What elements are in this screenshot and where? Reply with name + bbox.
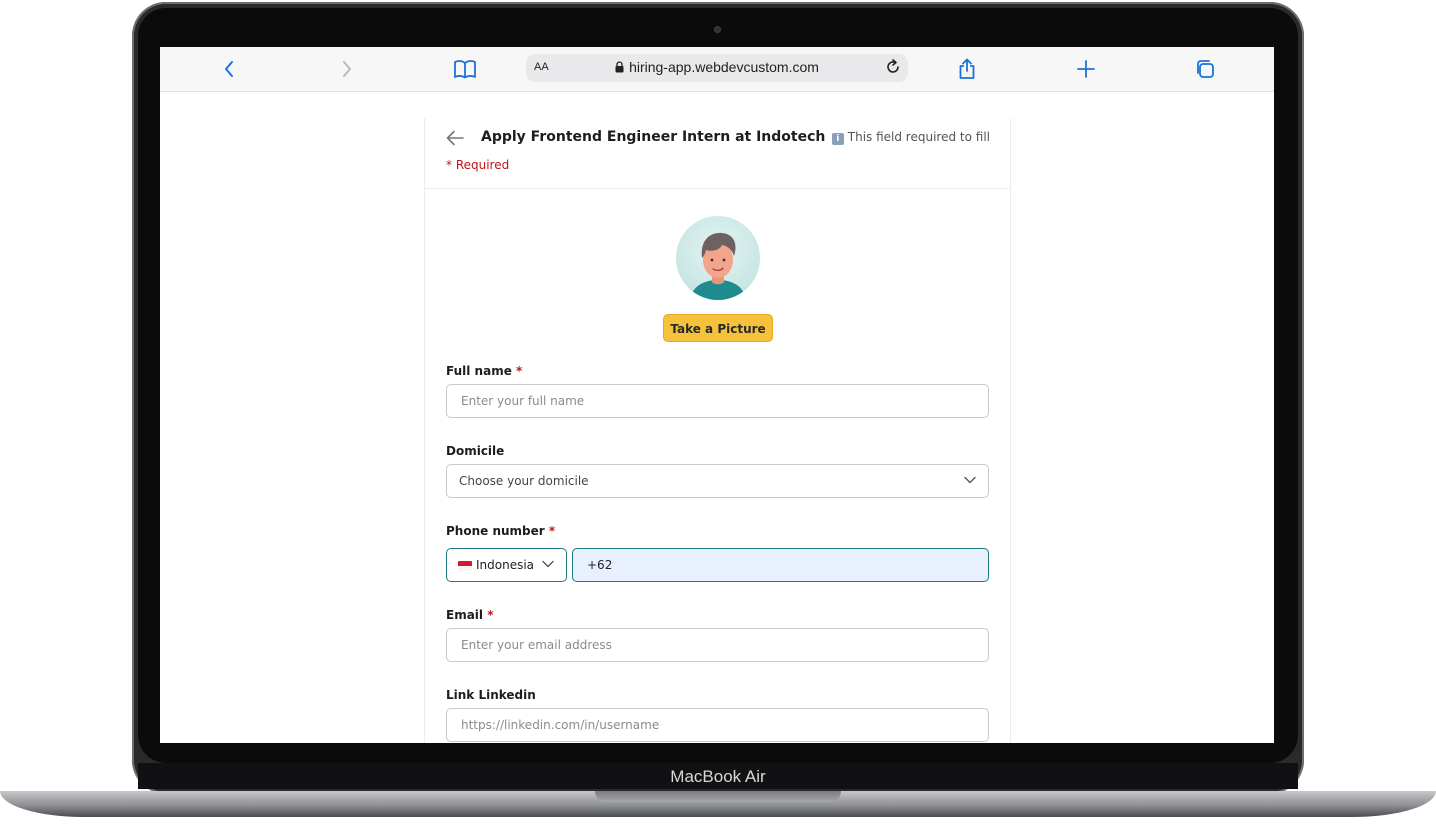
forward-nav-button[interactable] <box>334 57 360 81</box>
url-text: hiring-app.webdevcustom.com <box>629 59 819 75</box>
indonesia-flag-icon <box>458 561 472 571</box>
camera-icon <box>714 26 721 33</box>
phone-label: Phone number * <box>446 524 555 538</box>
full-name-field[interactable] <box>446 384 989 418</box>
phone-label-text: Phone number <box>446 524 545 538</box>
book-icon <box>454 60 476 79</box>
chevron-right-icon <box>343 61 351 77</box>
full-name-label: Full name * <box>446 364 522 378</box>
required-hint-text: This field required to fill <box>847 130 990 144</box>
new-tab-button[interactable] <box>1073 57 1099 81</box>
bookmarks-button[interactable] <box>452 57 478 81</box>
url-display: hiring-app.webdevcustom.com <box>526 59 908 75</box>
email-field[interactable] <box>446 628 989 662</box>
safari-toolbar: AA hiring-app.webdevcustom.com <box>160 47 1274 92</box>
phone-number-input[interactable]: +62 <box>572 548 989 582</box>
back-nav-button[interactable] <box>216 57 242 81</box>
avatar <box>676 216 760 300</box>
linkedin-input[interactable] <box>447 709 988 741</box>
domicile-placeholder: Choose your domicile <box>459 474 589 488</box>
form-header: Apply Frontend Engineer Intern at Indote… <box>425 118 1010 189</box>
info-icon: i <box>831 133 844 145</box>
domicile-label: Domicile <box>446 444 505 458</box>
required-hint: i This field required to fill <box>831 130 990 145</box>
browser-screen: AA hiring-app.webdevcustom.com Apply Fro… <box>160 47 1274 743</box>
plus-icon <box>1077 60 1095 78</box>
linkedin-label: Link Linkedin <box>446 688 536 702</box>
address-bar[interactable]: AA hiring-app.webdevcustom.com <box>526 54 908 82</box>
required-mark: * <box>487 608 494 622</box>
lock-icon <box>615 61 624 73</box>
reload-icon[interactable] <box>884 58 902 76</box>
tabs-button[interactable] <box>1192 57 1218 81</box>
phone-number-value: +62 <box>587 558 613 572</box>
full-name-label-text: Full name <box>446 364 512 378</box>
domicile-select[interactable]: Choose your domicile <box>446 464 989 498</box>
take-picture-button[interactable]: Take a Picture <box>663 314 773 342</box>
tabs-icon <box>1197 60 1214 78</box>
email-input[interactable] <box>447 629 988 661</box>
chevron-down-icon <box>964 476 976 484</box>
chevron-down-icon <box>542 560 554 568</box>
laptop-notch <box>595 791 841 802</box>
required-mark: * <box>548 524 556 538</box>
person-avatar-icon <box>690 232 746 300</box>
full-name-input[interactable] <box>447 385 988 417</box>
arrow-left-icon[interactable] <box>445 129 465 147</box>
device-label: MacBook Air <box>670 767 766 786</box>
required-note: * Required <box>446 158 510 172</box>
application-form: Apply Frontend Engineer Intern at Indote… <box>424 118 1011 743</box>
email-label: Email * <box>446 608 494 622</box>
share-icon <box>959 58 975 79</box>
required-mark: * <box>516 364 523 378</box>
chevron-left-icon <box>225 61 233 77</box>
country-code-select[interactable]: Indonesia <box>446 548 567 582</box>
laptop-chin: MacBook Air <box>138 763 1298 789</box>
country-name: Indonesia <box>476 558 535 572</box>
linkedin-field[interactable] <box>446 708 989 742</box>
email-label-text: Email <box>446 608 484 622</box>
share-button[interactable] <box>954 57 980 81</box>
page-title: Apply Frontend Engineer Intern at Indote… <box>481 129 826 145</box>
